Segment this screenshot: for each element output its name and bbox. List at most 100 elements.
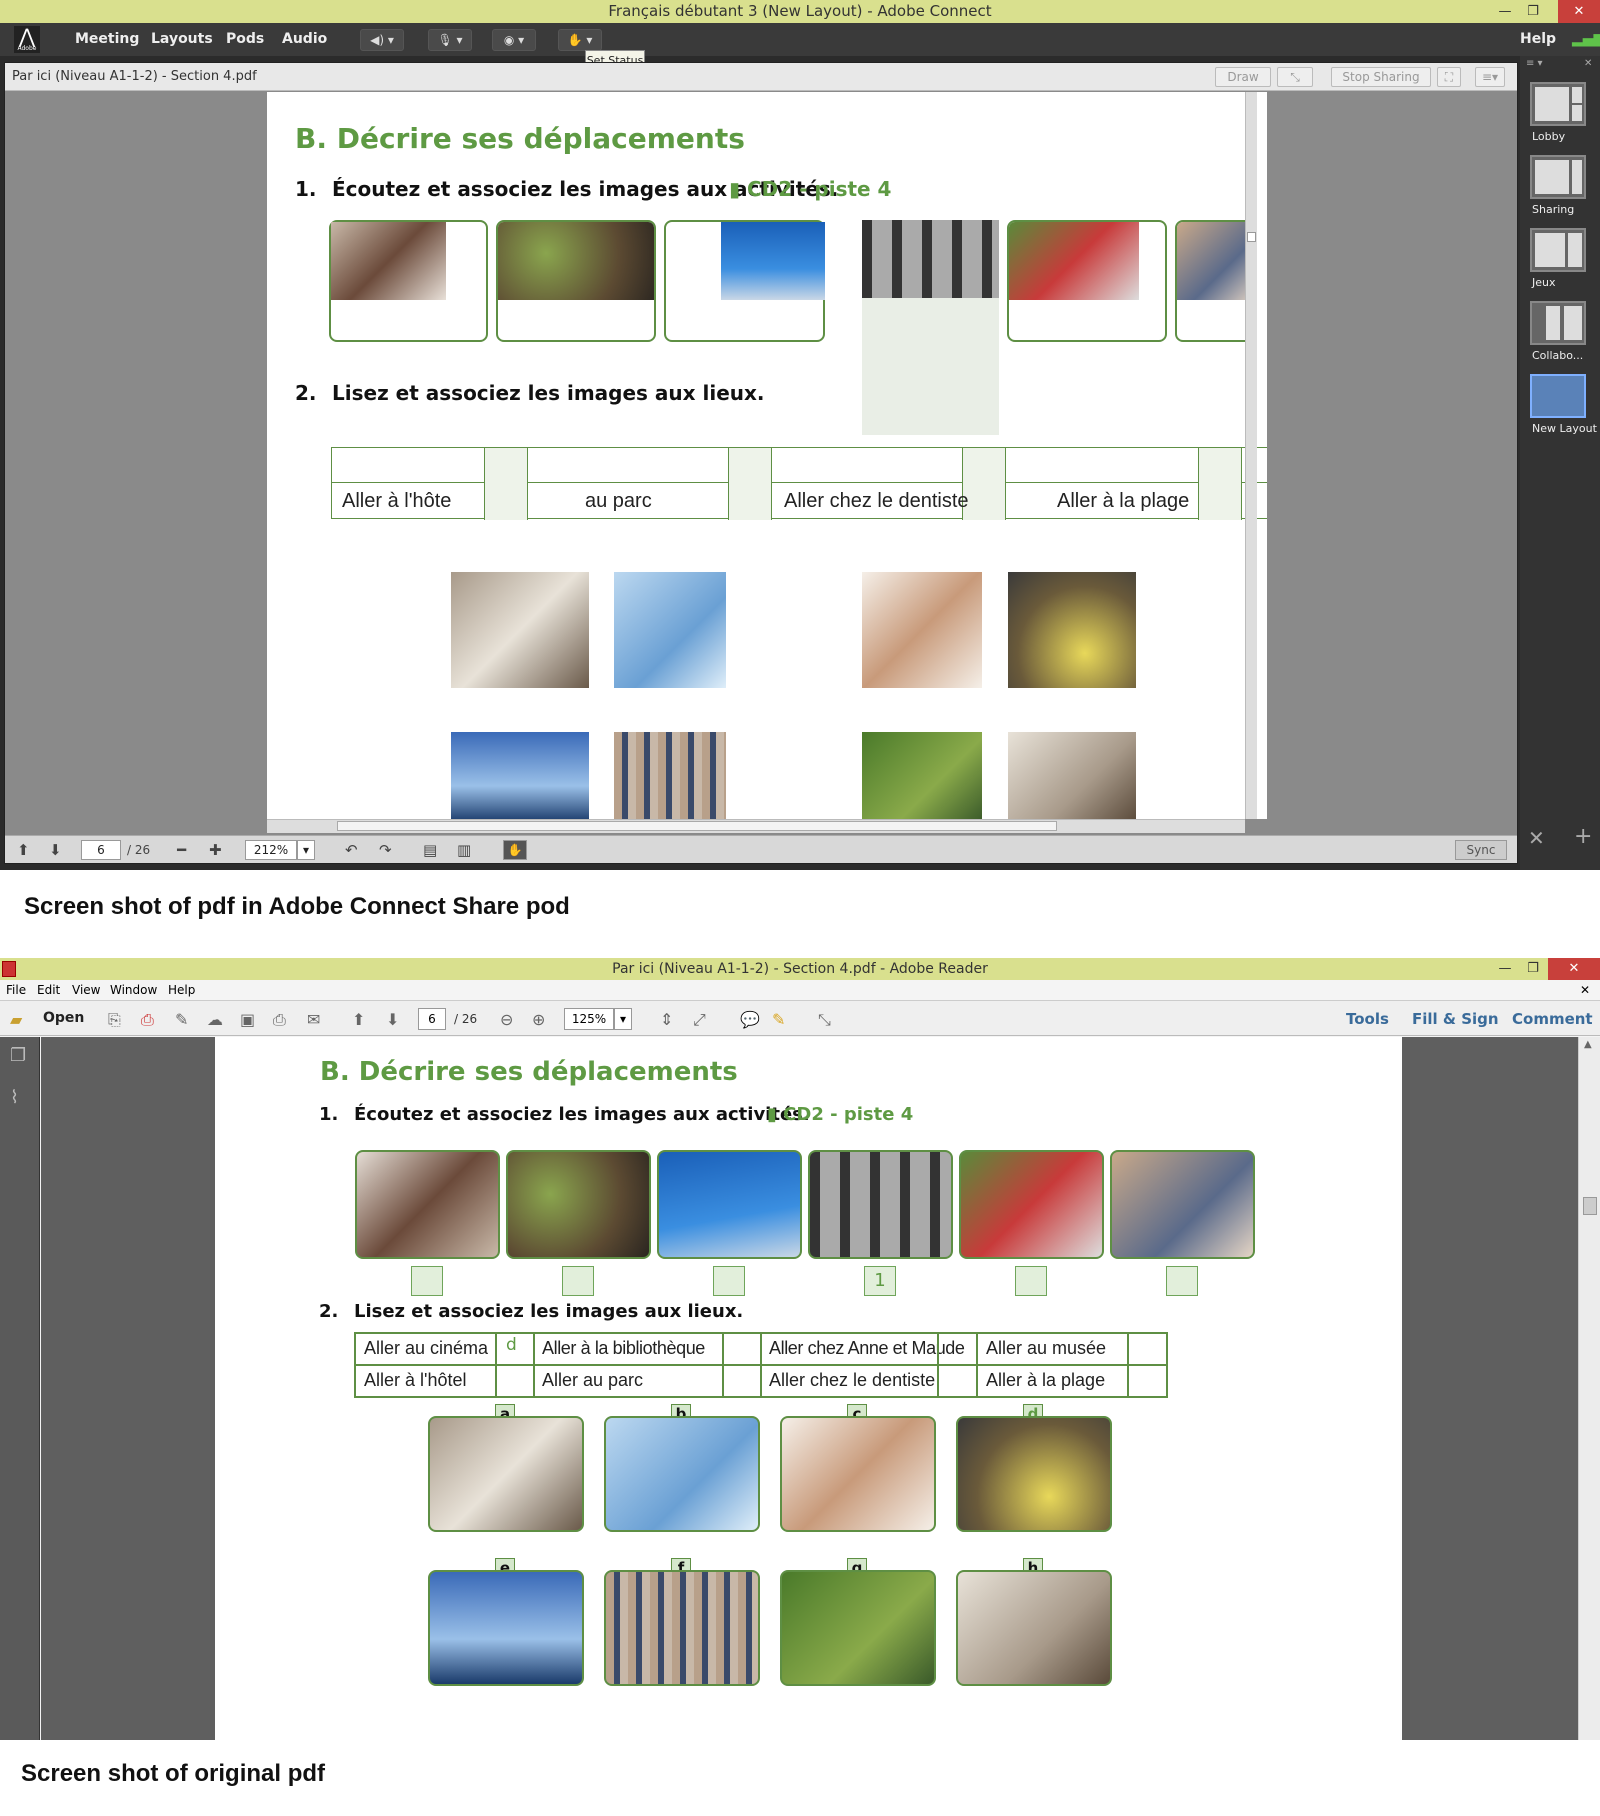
folder-icon[interactable]: ▰ <box>10 1010 22 1029</box>
export-pdf-icon[interactable]: ⎙ <box>141 1010 154 1030</box>
fullscreen-icon[interactable]: ⛶ <box>1437 67 1461 87</box>
fit-width-icon[interactable]: ⤢ <box>693 1010 706 1030</box>
layouts-menu-icon[interactable]: ≡ ▾ <box>1526 58 1543 69</box>
hand-tool-icon[interactable]: ✋ <box>503 840 527 860</box>
zoom-select[interactable]: 125% <box>564 1008 614 1030</box>
close-layouts-bar-icon[interactable]: ✕ <box>1584 58 1592 69</box>
table-cell: Aller au cinéma <box>364 1338 489 1358</box>
menu-file[interactable]: File <box>6 983 26 997</box>
create-pdf-icon[interactable]: ⎘ <box>108 1010 121 1030</box>
park-bench-photo <box>780 1570 936 1686</box>
layout-label-collabo: Collabo... <box>1532 349 1584 362</box>
rotate-right-icon[interactable]: ↷ <box>379 841 392 859</box>
answer-box-2[interactable] <box>562 1266 594 1296</box>
zoom-select[interactable]: 212% <box>245 840 297 860</box>
pdf-page: B. Décrire ses déplacements 1. Écoutez e… <box>215 1037 1402 1740</box>
single-page-icon[interactable]: ▤ <box>423 841 437 859</box>
menu-edit[interactable]: Edit <box>37 983 60 997</box>
share-pod: Par ici (Niveau A1-1-2) - Section 4.pdf … <box>4 62 1518 864</box>
menu-pods[interactable]: Pods <box>226 31 264 47</box>
delete-layout-icon[interactable]: ✕ <box>1528 826 1545 850</box>
draw-button[interactable]: Draw <box>1215 67 1271 87</box>
previous-page-icon[interactable]: ⬆ <box>17 841 30 859</box>
reader-vertical-scrollbar[interactable]: ▲ <box>1578 1037 1600 1740</box>
question-1-number: 1. <box>319 1104 339 1125</box>
minimize-icon[interactable]: — <box>1494 958 1516 980</box>
rotate-left-icon[interactable]: ↶ <box>345 841 358 859</box>
save-icon[interactable]: ▣ <box>240 1010 255 1029</box>
layout-thumbnail-lobby[interactable] <box>1530 82 1586 126</box>
market-food-photo <box>506 1150 651 1259</box>
highlight-icon[interactable]: ✎ <box>772 1010 785 1029</box>
stop-sharing-button[interactable]: Stop Sharing <box>1331 67 1431 87</box>
comment-bubble-icon[interactable]: 💬 <box>740 1010 760 1029</box>
pointer-icon[interactable]: ⤡ <box>1277 67 1313 87</box>
pod-vertical-scrollbar[interactable] <box>1245 92 1257 819</box>
comment-link[interactable]: Comment <box>1512 1010 1593 1028</box>
places-table: Aller au cinéma d Aller à la bibliothèqu… <box>354 1332 1168 1398</box>
audio-track-label: ▮ CD2 - piste 4 <box>729 177 892 201</box>
museum-statue-photo <box>451 572 589 688</box>
menu-meeting[interactable]: Meeting <box>75 31 139 47</box>
zoom-out-icon[interactable]: ━ <box>177 841 186 859</box>
answer-box-4[interactable]: 1 <box>864 1266 896 1296</box>
two-page-icon[interactable]: ▥ <box>457 841 471 859</box>
fit-page-icon[interactable]: ⇕ <box>660 1010 673 1029</box>
close-icon[interactable]: ✕ <box>1558 0 1600 23</box>
table-answer[interactable]: d <box>506 1335 517 1355</box>
zoom-dropdown-icon[interactable]: ▾ <box>297 840 315 860</box>
answer-box-5[interactable] <box>1015 1266 1047 1296</box>
page-heading: B. Décrire ses déplacements <box>320 1057 738 1087</box>
restore-icon[interactable]: ❐ <box>1522 958 1544 980</box>
layout-thumbnail-jeux[interactable] <box>1530 228 1586 272</box>
answer-box-1[interactable] <box>411 1266 443 1296</box>
next-page-icon[interactable]: ⬇ <box>386 1010 399 1029</box>
zoom-out-icon[interactable]: ⊖ <box>500 1010 513 1029</box>
full-screen-icon[interactable]: ⤡ <box>818 1010 831 1030</box>
sync-button[interactable]: Sync <box>1455 840 1507 860</box>
menu-layouts[interactable]: Layouts <box>151 31 213 47</box>
pod-options-icon[interactable]: ≡▾ <box>1475 67 1505 87</box>
help-menu[interactable]: Help <box>1520 31 1556 47</box>
attachments-icon[interactable]: ⌇ <box>10 1087 19 1108</box>
email-icon[interactable]: ✉ <box>307 1010 320 1029</box>
tools-link[interactable]: Tools <box>1346 1010 1389 1028</box>
close-document-icon[interactable]: ✕ <box>1580 983 1590 997</box>
set-status-icon[interactable]: ✋ ▾ <box>558 29 602 51</box>
answer-box-3[interactable] <box>713 1266 745 1296</box>
upload-cloud-icon[interactable]: ☁ <box>207 1010 223 1029</box>
menu-help[interactable]: Help <box>168 983 195 997</box>
close-icon[interactable]: ✕ <box>1548 958 1600 980</box>
answer-box-6[interactable] <box>1166 1266 1198 1296</box>
zoom-dropdown-icon[interactable]: ▾ <box>614 1008 632 1030</box>
fill-sign-link[interactable]: Fill & Sign <box>1412 1010 1499 1028</box>
barber-photo <box>355 1150 500 1259</box>
minimize-icon[interactable]: — <box>1494 0 1516 23</box>
edit-pdf-icon[interactable]: ✎ <box>175 1010 188 1029</box>
page-thumbnails-icon[interactable]: ❐ <box>10 1045 26 1066</box>
layout-thumbnail-new-layout[interactable] <box>1530 374 1586 418</box>
zoom-in-icon[interactable]: ✚ <box>209 841 222 859</box>
menu-window[interactable]: Window <box>110 983 157 997</box>
previous-page-icon[interactable]: ⬆ <box>352 1010 365 1029</box>
webcam-icon[interactable]: ◉ ▾ <box>492 29 536 51</box>
layouts-bar: ≡ ▾ ✕ Lobby Sharing Jeux Collabo... New … <box>1520 56 1600 870</box>
activity-frame-2 <box>496 220 656 342</box>
page-number-input[interactable]: 6 <box>81 840 121 860</box>
speaker-icon[interactable]: ◀) ▾ <box>360 29 404 51</box>
next-page-icon[interactable]: ⬇ <box>49 841 62 859</box>
question-2-number: 2. <box>319 1301 339 1322</box>
layout-thumbnail-sharing[interactable] <box>1530 155 1586 199</box>
restore-icon[interactable]: ❐ <box>1522 0 1544 23</box>
menu-audio[interactable]: Audio <box>282 31 327 47</box>
add-layout-icon[interactable]: + <box>1574 824 1592 849</box>
layout-thumbnail-collabo[interactable] <box>1530 301 1586 345</box>
menu-view[interactable]: View <box>72 983 100 997</box>
zoom-in-icon[interactable]: ⊕ <box>532 1010 545 1029</box>
page-number-input[interactable]: 6 <box>418 1008 446 1030</box>
open-button[interactable]: Open <box>43 1010 84 1026</box>
microphone-icon[interactable]: 🎙 ▾ <box>428 29 472 51</box>
pod-horizontal-scrollbar[interactable] <box>267 819 1245 833</box>
print-icon[interactable]: ⎙ <box>273 1010 286 1030</box>
pod-title: Par ici (Niveau A1-1-2) - Section 4.pdf <box>12 69 257 84</box>
